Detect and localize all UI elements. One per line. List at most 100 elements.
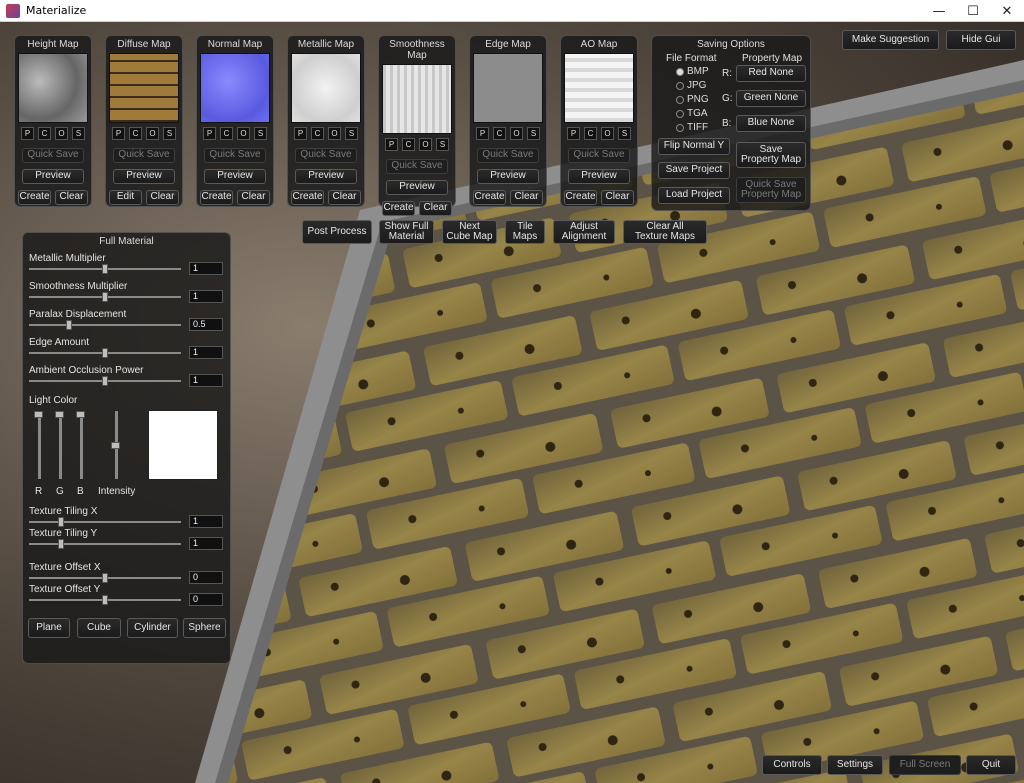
smoothness-map-quick-save-button[interactable]: Quick Save	[386, 159, 448, 174]
ao-map-clear-button[interactable]: Clear	[601, 190, 634, 205]
smoothness-multiplier-slider-handle[interactable]	[102, 292, 108, 302]
normal-map-thumbnail[interactable]	[200, 53, 270, 123]
settings-button[interactable]: Settings	[827, 755, 883, 775]
tile-maps-button[interactable]: Tile Maps	[505, 220, 545, 244]
metallic-multiplier-slider[interactable]	[29, 264, 181, 274]
metallic-map-quick-save-button[interactable]: Quick Save	[295, 148, 357, 163]
smoothness-map-c-button[interactable]: C	[402, 138, 415, 151]
flip-normal-y-button[interactable]: Flip Normal Y	[658, 138, 730, 155]
height-map-c-button[interactable]: C	[38, 127, 51, 140]
smoothness-map-s-button[interactable]: S	[436, 138, 449, 151]
height-map-p-button[interactable]: P	[21, 127, 34, 140]
ao-map-create-button[interactable]: Create	[564, 190, 597, 205]
post-process-button[interactable]: Post Process	[302, 220, 372, 244]
metallic-multiplier-slider-handle[interactable]	[102, 264, 108, 274]
normal-map-s-button[interactable]: S	[254, 127, 267, 140]
texture-offset-y-value-field[interactable]: 0	[189, 593, 223, 606]
metallic-map-thumbnail[interactable]	[291, 53, 361, 123]
texture-offset-x-slider[interactable]	[29, 573, 181, 583]
light-b-slider-handle[interactable]	[76, 411, 85, 418]
light-intensity-slider[interactable]	[111, 411, 120, 479]
ao-map-quick-save-button[interactable]: Quick Save	[568, 148, 630, 163]
ao-map-p-button[interactable]: P	[567, 127, 580, 140]
ambient-occlusion-power-slider-handle[interactable]	[102, 376, 108, 386]
ao-map-o-button[interactable]: O	[601, 127, 614, 140]
edge-map-thumbnail[interactable]	[473, 53, 543, 123]
texture-tiling-y-slider[interactable]	[29, 539, 181, 549]
hide-gui-button[interactable]: Hide Gui	[946, 30, 1016, 50]
cylinder-shape-button[interactable]: Cylinder	[127, 618, 178, 638]
ao-map-thumbnail[interactable]	[564, 53, 634, 123]
texture-tiling-x-value-field[interactable]: 1	[189, 515, 223, 528]
smoothness-multiplier-value-field[interactable]: 1	[189, 290, 223, 303]
diffuse-map-s-button[interactable]: S	[163, 127, 176, 140]
edge-map-quick-save-button[interactable]: Quick Save	[477, 148, 539, 163]
texture-offset-x-slider-handle[interactable]	[102, 573, 108, 583]
minimize-button[interactable]: —	[922, 0, 956, 22]
light-g-slider[interactable]	[55, 411, 64, 479]
edge-map-preview-button[interactable]: Preview	[477, 169, 539, 184]
diffuse-map-edit-button[interactable]: Edit	[109, 190, 142, 205]
light-r-slider-handle[interactable]	[34, 411, 43, 418]
light-b-slider[interactable]	[76, 411, 85, 479]
paralax-displacement-slider-handle[interactable]	[65, 320, 72, 330]
smoothness-map-clear-button[interactable]: Clear	[419, 201, 452, 216]
normal-map-clear-button[interactable]: Clear	[237, 190, 270, 205]
edge-map-create-button[interactable]: Create	[473, 190, 506, 205]
edge-amount-slider-handle[interactable]	[102, 348, 108, 358]
clear-all-texture-maps-button[interactable]: Clear All Texture Maps	[623, 220, 707, 244]
normal-map-preview-button[interactable]: Preview	[204, 169, 266, 184]
material-viewport[interactable]: Height Map PCOS Quick Save Preview Creat…	[0, 22, 1024, 783]
sphere-shape-button[interactable]: Sphere	[183, 618, 226, 638]
smoothness-map-thumbnail[interactable]	[382, 64, 452, 134]
ao-map-c-button[interactable]: C	[584, 127, 597, 140]
quit-button[interactable]: Quit	[966, 755, 1016, 775]
channel-0-select[interactable]: Red None	[736, 65, 806, 82]
metallic-multiplier-value-field[interactable]: 1	[189, 262, 223, 275]
channel-2-select[interactable]: Blue None	[736, 115, 806, 132]
diffuse-map-clear-button[interactable]: Clear	[146, 190, 179, 205]
format-bmp-radio[interactable]: BMP	[676, 66, 709, 77]
texture-tiling-y-value-field[interactable]: 1	[189, 537, 223, 550]
next-cube-map-button[interactable]: Next Cube Map	[442, 220, 497, 244]
light-g-slider-handle[interactable]	[55, 411, 64, 418]
ao-map-preview-button[interactable]: Preview	[568, 169, 630, 184]
make-suggestion-button[interactable]: Make Suggestion	[842, 30, 939, 50]
height-map-s-button[interactable]: S	[72, 127, 85, 140]
edge-map-s-button[interactable]: S	[527, 127, 540, 140]
height-map-create-button[interactable]: Create	[18, 190, 51, 205]
diffuse-map-c-button[interactable]: C	[129, 127, 142, 140]
format-tga-radio[interactable]: TGA	[676, 108, 708, 119]
light-intensity-slider-handle[interactable]	[111, 441, 120, 449]
texture-tiling-x-slider[interactable]	[29, 517, 181, 527]
save-property-map-button[interactable]: Save Property Map	[736, 142, 806, 168]
normal-map-c-button[interactable]: C	[220, 127, 233, 140]
paralax-displacement-slider[interactable]	[29, 320, 181, 330]
close-button[interactable]: ✕	[990, 0, 1024, 22]
smoothness-map-preview-button[interactable]: Preview	[386, 180, 448, 195]
cube-shape-button[interactable]: Cube	[77, 618, 121, 638]
edge-map-o-button[interactable]: O	[510, 127, 523, 140]
format-tiff-radio[interactable]: TIFF	[676, 122, 708, 133]
normal-map-p-button[interactable]: P	[203, 127, 216, 140]
ambient-occlusion-power-slider[interactable]	[29, 376, 181, 386]
edge-map-p-button[interactable]: P	[476, 127, 489, 140]
height-map-o-button[interactable]: O	[55, 127, 68, 140]
ambient-occlusion-power-value-field[interactable]: 1	[189, 374, 223, 387]
metallic-map-p-button[interactable]: P	[294, 127, 307, 140]
edge-amount-slider[interactable]	[29, 348, 181, 358]
format-png-radio[interactable]: PNG	[676, 94, 709, 105]
ao-map-s-button[interactable]: S	[618, 127, 631, 140]
height-map-preview-button[interactable]: Preview	[22, 169, 84, 184]
normal-map-quick-save-button[interactable]: Quick Save	[204, 148, 266, 163]
diffuse-map-preview-button[interactable]: Preview	[113, 169, 175, 184]
diffuse-map-quick-save-button[interactable]: Quick Save	[113, 148, 175, 163]
controls-button[interactable]: Controls	[762, 755, 822, 775]
texture-offset-y-slider-handle[interactable]	[102, 595, 108, 605]
full-screen-button[interactable]: Full Screen	[889, 755, 961, 775]
height-map-quick-save-button[interactable]: Quick Save	[22, 148, 84, 163]
normal-map-o-button[interactable]: O	[237, 127, 250, 140]
metallic-map-create-button[interactable]: Create	[291, 190, 324, 205]
diffuse-map-p-button[interactable]: P	[112, 127, 125, 140]
metallic-map-c-button[interactable]: C	[311, 127, 324, 140]
